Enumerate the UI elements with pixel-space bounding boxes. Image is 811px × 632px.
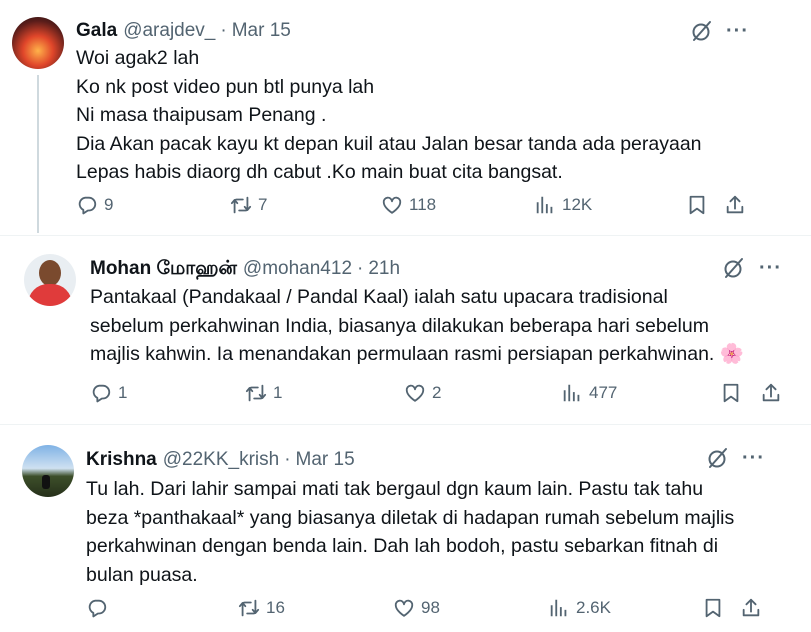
like-count: 2	[432, 383, 442, 402]
tweet-header: Krishna @22KK_krish · Mar 15	[86, 449, 355, 471]
views-count: 477	[589, 383, 618, 402]
share-icon	[724, 194, 746, 216]
repost-button[interactable]: 1	[245, 382, 282, 404]
repost-icon	[245, 382, 267, 404]
reply-icon	[86, 597, 108, 619]
tweet-text: Pantakaal (Pandakaal / Pandal Kaal) iala…	[90, 286, 745, 365]
reply-count: 9	[104, 195, 114, 214]
share-icon	[760, 382, 782, 404]
repost-count: 16	[266, 598, 285, 617]
like-icon	[404, 382, 426, 404]
avatar-figure	[42, 475, 50, 489]
more-icon[interactable]: ···	[742, 448, 765, 468]
display-name[interactable]: Gala	[76, 20, 117, 42]
thread-line	[37, 75, 39, 233]
grok-icon[interactable]	[690, 19, 714, 43]
tweet-3[interactable]: Krishna @22KK_krish · Mar 15 ··· Tu lah.…	[0, 425, 811, 632]
repost-count: 1	[273, 383, 283, 402]
timestamp[interactable]: Mar 15	[296, 449, 355, 471]
views-button[interactable]: 12K	[534, 194, 592, 216]
bookmark-icon	[702, 597, 724, 619]
reply-button[interactable]	[86, 597, 114, 619]
like-button[interactable]: 118	[381, 194, 436, 216]
reply-button[interactable]: 1	[90, 382, 127, 404]
reply-button[interactable]: 9	[76, 194, 113, 216]
grok-icon[interactable]	[722, 256, 746, 280]
views-count: 12K	[562, 195, 593, 214]
tweet-2[interactable]: Mohan மோஹன் @mohan412 · 21h ··· Pantakaa…	[0, 236, 811, 421]
reply-icon	[90, 382, 112, 404]
tweet-header: Gala @arajdev_ · Mar 15	[76, 20, 291, 42]
tweet-text: Woi agak2 lah Ko nk post video pun btl p…	[76, 47, 702, 183]
reply-count: 1	[118, 383, 128, 402]
avatar[interactable]	[22, 445, 74, 497]
like-button[interactable]: 2	[404, 382, 441, 404]
avatar-face	[39, 260, 61, 286]
views-icon	[548, 597, 570, 619]
avatar[interactable]	[24, 254, 76, 306]
views-button[interactable]: 477	[561, 382, 617, 404]
user-handle[interactable]: @arajdev_	[123, 20, 215, 42]
like-count: 118	[409, 195, 437, 214]
repost-button[interactable]: 16	[238, 597, 285, 619]
avatar-shirt	[28, 284, 72, 306]
grok-icon[interactable]	[706, 446, 730, 470]
bookmark-button[interactable]	[702, 597, 724, 619]
views-icon	[561, 382, 583, 404]
like-count: 98	[421, 598, 440, 617]
views-count: 2.6K	[576, 598, 611, 617]
more-icon[interactable]: ···	[726, 21, 749, 41]
share-icon	[740, 597, 762, 619]
reply-icon	[76, 194, 98, 216]
display-name[interactable]: Krishna	[86, 449, 157, 471]
user-handle[interactable]: @22KK_krish	[163, 449, 279, 471]
timestamp[interactable]: 21h	[368, 258, 400, 280]
share-button[interactable]	[724, 194, 746, 216]
views-button[interactable]: 2.6K	[548, 597, 611, 619]
separator: ·	[357, 258, 364, 279]
avatar[interactable]	[12, 17, 64, 69]
repost-count: 7	[258, 195, 268, 214]
display-name[interactable]: Mohan மோஹன்	[90, 258, 237, 282]
bookmark-icon	[686, 194, 708, 216]
repost-icon	[230, 194, 252, 216]
bookmark-button[interactable]	[686, 194, 708, 216]
bookmark-icon	[720, 382, 742, 404]
repost-icon	[238, 597, 260, 619]
repost-button[interactable]: 7	[230, 194, 267, 216]
more-icon[interactable]: ···	[759, 258, 782, 278]
like-icon	[393, 597, 415, 619]
timestamp[interactable]: Mar 15	[232, 20, 291, 42]
views-icon	[534, 194, 556, 216]
share-button[interactable]	[760, 382, 782, 404]
tweet-1[interactable]: Gala @arajdev_ · Mar 15 ··· Woi agak2 la…	[0, 0, 811, 233]
like-button[interactable]: 98	[393, 597, 440, 619]
tweet-header: Mohan மோஹன் @mohan412 · 21h	[90, 258, 400, 282]
like-icon	[381, 194, 403, 216]
separator: ·	[284, 449, 291, 470]
tweet-text: Tu lah. Dari lahir sampai mati tak berga…	[86, 478, 735, 586]
user-handle[interactable]: @mohan412	[243, 258, 352, 280]
separator: ·	[220, 20, 227, 41]
share-button[interactable]	[740, 597, 762, 619]
bookmark-button[interactable]	[720, 382, 742, 404]
